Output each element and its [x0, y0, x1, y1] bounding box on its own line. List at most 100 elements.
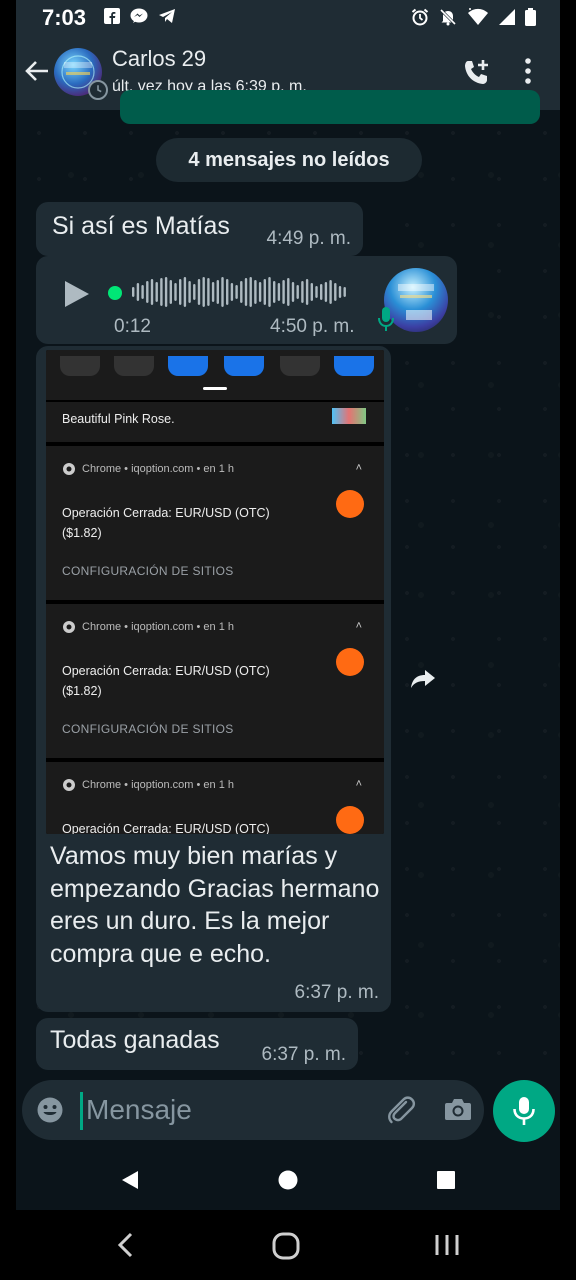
chat-area[interactable]: 4 mensajes no leídos Si así es Matías 4:…: [16, 90, 560, 1080]
waveform-bar: [146, 281, 149, 303]
chevron-up-icon: ˄: [355, 778, 362, 790]
facebook-icon: [104, 8, 120, 24]
waveform-bar: [193, 284, 196, 300]
chevron-up-icon: ˄: [355, 620, 362, 632]
device-back-icon[interactable]: [116, 1232, 134, 1258]
message-bubble[interactable]: Si así es Matías 4:49 p. m.: [36, 202, 363, 256]
notification-amount: ($1.82): [62, 684, 102, 698]
waveform-bar: [334, 283, 337, 301]
waveform-bar: [150, 279, 154, 305]
emoji-icon[interactable]: [36, 1096, 64, 1124]
image-caption: Vamos muy bien marías y empezando Gracia…: [50, 842, 380, 968]
waveform-bar: [296, 285, 299, 299]
more-menu-icon[interactable]: [524, 58, 532, 84]
waveform-bar: [343, 287, 346, 297]
waveform-bar: [136, 283, 140, 301]
waveform-bar: [155, 282, 158, 302]
waveform-bar: [329, 280, 332, 304]
contact-name[interactable]: Carlos 29: [112, 46, 206, 72]
device-recents-icon[interactable]: [434, 1232, 460, 1258]
forward-icon[interactable]: [410, 668, 436, 690]
image-message-bubble[interactable]: Beautiful Pink Rose. Chrome • iqoption.c…: [36, 346, 391, 1012]
add-call-icon[interactable]: [462, 58, 492, 88]
quick-settings-panel: [46, 350, 384, 400]
notification-card: Beautiful Pink Rose.: [46, 402, 384, 442]
play-icon[interactable]: [64, 280, 90, 308]
message-input[interactable]: [86, 1090, 366, 1130]
wifi-icon: [468, 8, 488, 25]
notification-body: Operación Cerrada: EUR/USD (OTC): [62, 506, 270, 520]
waveform-bar: [268, 277, 271, 307]
message-time: 4:49 p. m.: [266, 228, 352, 249]
microphone-button[interactable]: [493, 1080, 555, 1142]
waveform-bar: [174, 283, 177, 301]
waveform-bar: [254, 280, 257, 304]
notification-action: CONFIGURACIÓN DE SITIOS: [62, 722, 234, 736]
waveform-bar: [211, 282, 215, 302]
waveform-bar: [188, 281, 191, 303]
waveform-bar: [235, 285, 238, 299]
status-time: 7:03: [42, 5, 87, 30]
message-time: 4:50 p. m.: [270, 316, 355, 337]
message-text: Si así es Matías: [52, 212, 230, 240]
nav-home-icon[interactable]: [278, 1170, 298, 1190]
chrome-icon: [63, 621, 75, 633]
camera-icon[interactable]: [444, 1096, 472, 1122]
waveform-bar: [169, 280, 172, 304]
screenshot-image[interactable]: Beautiful Pink Rose. Chrome • iqoption.c…: [46, 350, 384, 834]
device-home-icon[interactable]: [272, 1232, 300, 1260]
messenger-icon: [130, 8, 148, 23]
waveform-bar: [179, 279, 182, 305]
waveform-bar: [197, 279, 201, 305]
notification-action: CONFIGURACIÓN DE SITIOS: [62, 564, 234, 578]
back-arrow-icon[interactable]: [24, 58, 50, 84]
text-cursor: [80, 1092, 83, 1130]
iqoption-icon: [336, 806, 364, 834]
waveform-bar: [338, 286, 342, 298]
microphone-icon: [513, 1097, 535, 1125]
notification-card: Chrome • iqoption.com • en 1 h ˄ Operaci…: [46, 604, 384, 758]
system-navigation-bar: [16, 1150, 560, 1210]
notification-title: Beautiful Pink Rose.: [62, 412, 175, 426]
notification-source: Chrome • iqoption.com • en 1 h: [82, 621, 235, 633]
telegram-icon: [159, 9, 175, 23]
notification-body: Operación Cerrada: EUR/USD (OTC): [62, 664, 270, 678]
waveform-bar: [207, 278, 210, 306]
nav-back-icon[interactable]: [120, 1170, 140, 1190]
waveform-bar: [160, 278, 163, 306]
signal-icon: [499, 9, 515, 25]
battery-icon: [525, 8, 536, 26]
message-composer: [22, 1080, 484, 1140]
notification-source: Chrome • iqoption.com • en 1 h: [82, 779, 235, 791]
previous-message-bubble[interactable]: [120, 90, 540, 124]
waveform-bar: [141, 285, 144, 299]
waveform-bar: [230, 283, 234, 301]
chevron-up-icon: ˄: [355, 462, 362, 474]
phone-screen: 7:03 Carlos 29 últ. vez hoy a las 6:39 p…: [16, 0, 560, 1210]
waveform-bar: [315, 286, 318, 298]
mute-icon: [439, 8, 457, 26]
unread-banner: 4 mensajes no leídos: [156, 138, 422, 182]
audio-waveform[interactable]: [126, 272, 356, 312]
waveform-bar: [240, 281, 243, 303]
message-bubble[interactable]: Todas ganadas 6:37 p. m.: [36, 1018, 358, 1070]
attach-clip-icon[interactable]: [386, 1096, 416, 1124]
voice-mic-icon: [378, 307, 394, 331]
nav-recents-icon[interactable]: [436, 1170, 456, 1190]
voice-message-bubble[interactable]: 0:12 4:50 p. m.: [36, 256, 457, 344]
waveform-bar: [310, 283, 313, 301]
waveform-bar: [258, 282, 262, 302]
chrome-icon: [63, 779, 75, 791]
waveform-bar: [301, 281, 304, 303]
notification-body: Operación Cerrada: EUR/USD (OTC): [62, 822, 270, 834]
waveform-bar: [164, 277, 168, 307]
message-text: Todas ganadas: [50, 1026, 220, 1054]
playback-position-dot[interactable]: [108, 286, 122, 300]
waveform-bar: [244, 278, 248, 306]
waveform-bar: [202, 277, 205, 307]
notification-amount: ($1.82): [62, 526, 102, 540]
status-ring-icon: [88, 80, 108, 100]
message-time: 6:37 p. m.: [294, 982, 380, 1003]
waveform-bar: [277, 283, 281, 301]
notification-source: Chrome • iqoption.com • en 1 h: [82, 463, 235, 475]
